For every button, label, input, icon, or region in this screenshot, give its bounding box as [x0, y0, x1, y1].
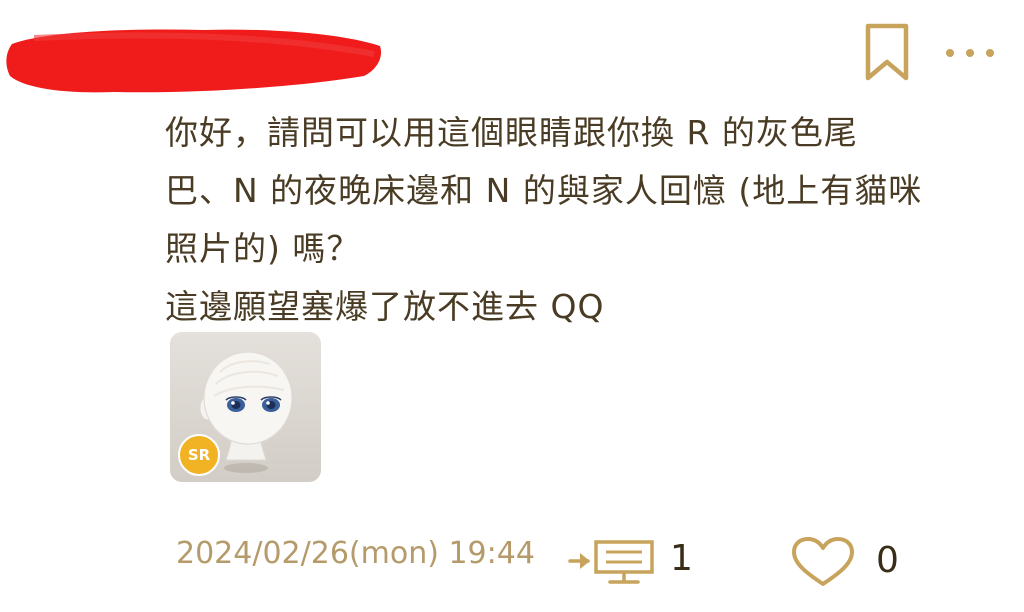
rarity-badge: SR — [178, 434, 220, 476]
more-options-button[interactable] — [940, 38, 1000, 68]
reply-button[interactable]: 1 — [566, 532, 701, 588]
like-button[interactable]: 0 — [790, 534, 910, 590]
item-thumbnail[interactable]: SR — [170, 332, 321, 482]
reply-count: 1 — [670, 538, 693, 579]
post-text-line: 這邊願望塞爆了放不進去 QQ — [165, 287, 605, 326]
reply-icon — [568, 540, 654, 584]
post-text-line: 你好，請問可以用這個眼睛跟你換 R 的灰色尾 — [165, 113, 858, 152]
bookmark-icon — [865, 23, 909, 81]
heart-icon — [792, 537, 854, 586]
more-options-icon — [946, 49, 994, 57]
post-text-line: 巴、N 的夜晚床邊和 N 的與家人回憶 (地上有貓咪 — [165, 171, 923, 210]
post-text: 你好，請問可以用這個眼睛跟你換 R 的灰色尾 巴、N 的夜晚床邊和 N 的與家人… — [165, 104, 1005, 336]
post-text-line: 照片的) 嗎？ — [165, 229, 361, 268]
like-count: 0 — [876, 540, 899, 581]
redacted-username — [6, 29, 382, 93]
post-timestamp: 2024/02/26(mon) 19:44 — [176, 536, 535, 571]
bookmark-button[interactable] — [862, 22, 912, 82]
